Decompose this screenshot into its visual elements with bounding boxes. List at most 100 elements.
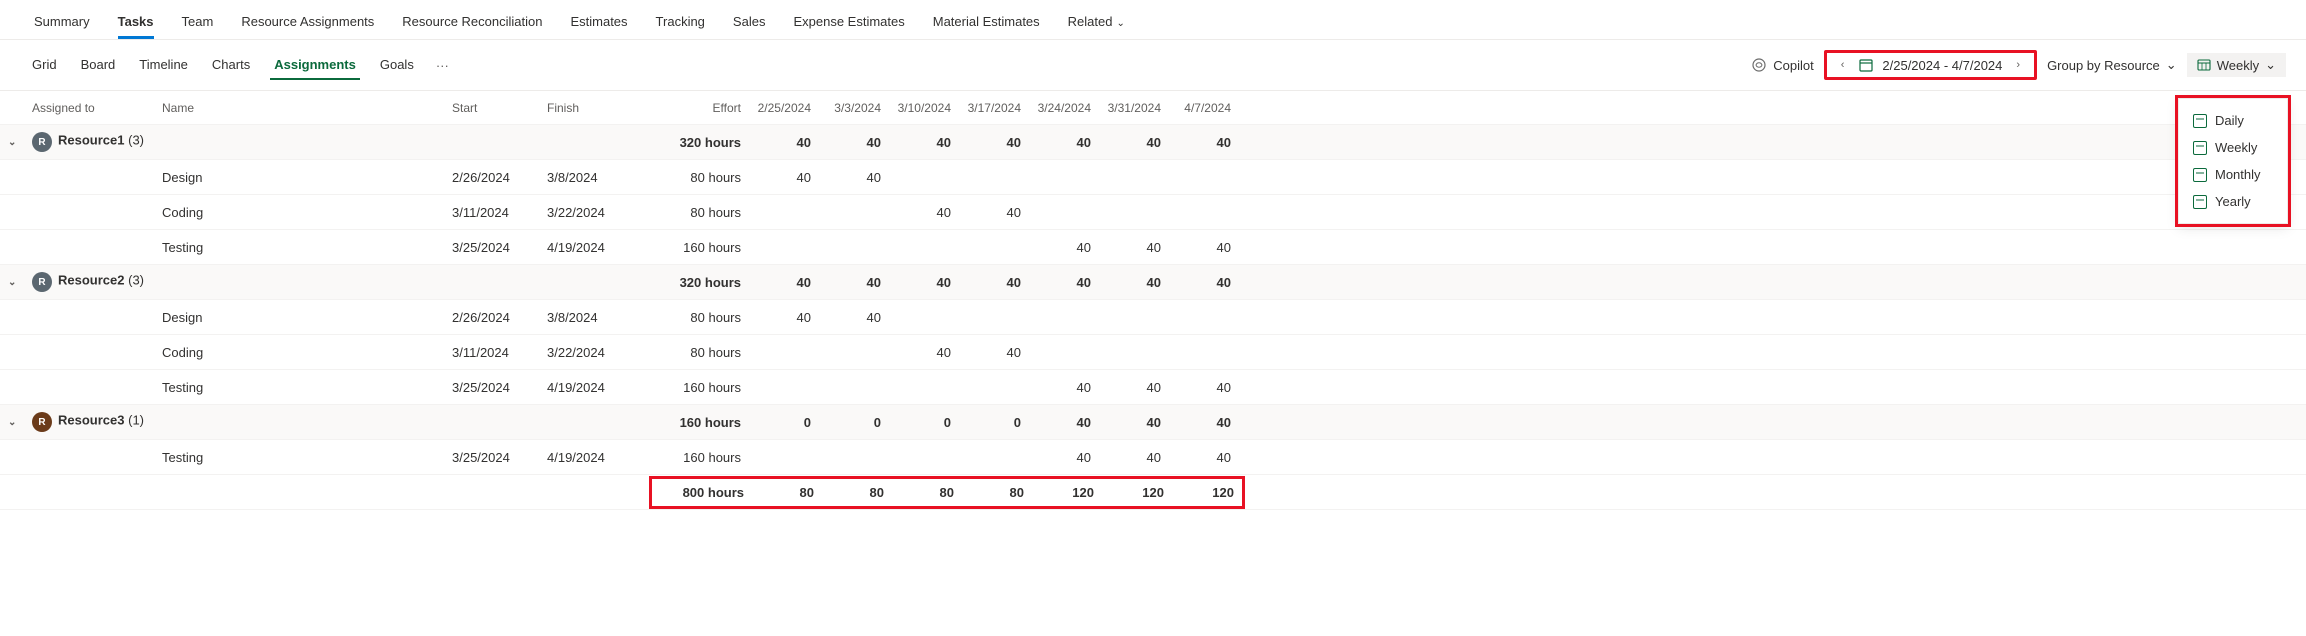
group-week-value: 40 <box>889 129 959 156</box>
col-week[interactable]: 3/3/2024 <box>819 95 889 121</box>
group-week-value: 40 <box>1099 409 1169 436</box>
top-tab-tasks[interactable]: Tasks <box>104 8 168 39</box>
col-week[interactable]: 3/24/2024 <box>1029 95 1099 121</box>
task-week-value: 40 <box>959 339 1029 366</box>
task-week-value <box>749 381 819 393</box>
group-week-value: 40 <box>1029 129 1099 156</box>
task-week-value <box>959 381 1029 393</box>
sub-tab-charts[interactable]: Charts <box>200 51 262 80</box>
task-row[interactable]: Coding3/11/20243/22/202480 hours4040 <box>0 195 2306 230</box>
copilot-label: Copilot <box>1773 58 1813 73</box>
top-tab-resource-reconciliation[interactable]: Resource Reconciliation <box>388 8 556 39</box>
task-week-value: 40 <box>889 199 959 226</box>
timescale-option-daily[interactable]: Daily <box>2179 107 2287 134</box>
group-row[interactable]: ⌄RResource3 (1)160 hours0000404040 <box>0 405 2306 440</box>
timescale-option-weekly[interactable]: Weekly <box>2179 134 2287 161</box>
col-assigned[interactable]: Assigned to <box>24 95 154 121</box>
top-tab-tracking[interactable]: Tracking <box>642 8 719 39</box>
expand-toggle[interactable]: ⌄ <box>0 271 24 294</box>
task-week-value <box>819 346 889 358</box>
group-label: RResource2 (3) <box>24 266 154 298</box>
task-finish: 3/8/2024 <box>539 304 649 331</box>
col-week[interactable]: 3/31/2024 <box>1099 95 1169 121</box>
group-by-button[interactable]: Group by Resource ⌄ <box>2037 53 2187 77</box>
task-row[interactable]: Testing3/25/20244/19/2024160 hours404040 <box>0 230 2306 265</box>
top-tab-team[interactable]: Team <box>168 8 228 39</box>
task-name: Testing <box>154 444 444 471</box>
date-next-button[interactable]: › <box>2010 55 2026 75</box>
task-effort: 160 hours <box>649 234 749 261</box>
timescale-option-label: Daily <box>2215 113 2244 128</box>
total-frame: 800 hours80808080120120120 <box>649 476 1245 509</box>
task-name: Design <box>154 164 444 191</box>
task-week-value: 40 <box>1029 444 1099 471</box>
top-tab-expense-estimates[interactable]: Expense Estimates <box>779 8 918 39</box>
col-finish[interactable]: Finish <box>539 95 649 121</box>
group-week-value: 40 <box>1099 129 1169 156</box>
group-week-value: 40 <box>959 269 1029 296</box>
sub-tab-assignments[interactable]: Assignments <box>262 51 368 80</box>
sub-tab-goals[interactable]: Goals <box>368 51 426 80</box>
timescale-option-monthly[interactable]: Monthly <box>2179 161 2287 188</box>
sub-tab-timeline[interactable]: Timeline <box>127 51 200 80</box>
group-by-label: Group by Resource <box>2047 58 2160 73</box>
task-week-value <box>1099 206 1169 218</box>
task-week-value <box>1029 311 1099 323</box>
copilot-button[interactable]: Copilot <box>1741 53 1823 77</box>
date-range-picker[interactable]: ‹ 2/25/2024 - 4/7/2024 › <box>1824 50 2037 80</box>
col-week[interactable]: 4/7/2024 <box>1169 95 1239 121</box>
more-button[interactable]: ··· <box>426 52 459 79</box>
col-week[interactable]: 2/25/2024 <box>749 95 819 121</box>
task-name: Testing <box>154 234 444 261</box>
col-week[interactable]: 3/10/2024 <box>889 95 959 121</box>
task-row[interactable]: Design2/26/20243/8/202480 hours4040 <box>0 300 2306 335</box>
task-finish: 3/22/2024 <box>539 339 649 366</box>
expand-toggle[interactable]: ⌄ <box>0 411 24 434</box>
task-finish: 4/19/2024 <box>539 234 649 261</box>
calendar-icon <box>2193 114 2207 128</box>
timescale-button[interactable]: Weekly ⌄ <box>2187 53 2286 77</box>
total-effort: 800 hours <box>652 479 752 506</box>
timescale-option-yearly[interactable]: Yearly <box>2179 188 2287 215</box>
top-tab-estimates[interactable]: Estimates <box>556 8 641 39</box>
sub-tab-grid[interactable]: Grid <box>20 51 69 80</box>
top-tab-sales[interactable]: Sales <box>719 8 780 39</box>
group-week-value: 0 <box>749 409 819 436</box>
task-week-value: 40 <box>1029 374 1099 401</box>
task-week-value <box>1029 171 1099 183</box>
group-row[interactable]: ⌄RResource1 (3)320 hours40404040404040 <box>0 125 2306 160</box>
task-row[interactable]: Testing3/25/20244/19/2024160 hours404040 <box>0 440 2306 475</box>
group-count: (3) <box>128 273 144 288</box>
task-week-value <box>819 241 889 253</box>
copilot-icon <box>1751 57 1767 73</box>
task-row[interactable]: Testing3/25/20244/19/2024160 hours404040 <box>0 370 2306 405</box>
group-label: RResource1 (3) <box>24 126 154 158</box>
calendar-icon <box>2193 195 2207 209</box>
sub-tab-board[interactable]: Board <box>69 51 128 80</box>
task-week-value: 40 <box>889 339 959 366</box>
col-name[interactable]: Name <box>154 95 444 121</box>
top-tab-material-estimates[interactable]: Material Estimates <box>919 8 1054 39</box>
group-effort: 320 hours <box>649 269 749 296</box>
group-week-value: 40 <box>819 269 889 296</box>
group-week-value: 40 <box>1169 129 1239 156</box>
timescale-option-label: Yearly <box>2215 194 2251 209</box>
date-prev-button[interactable]: ‹ <box>1835 55 1851 75</box>
top-tab-related[interactable]: Related⌄ <box>1054 8 1139 39</box>
task-start: 3/25/2024 <box>444 444 539 471</box>
total-week-value: 120 <box>1102 479 1172 506</box>
col-effort[interactable]: Effort <box>649 95 749 121</box>
task-row[interactable]: Coding3/11/20243/22/202480 hours4040 <box>0 335 2306 370</box>
task-week-value <box>819 451 889 463</box>
top-tab-resource-assignments[interactable]: Resource Assignments <box>227 8 388 39</box>
group-row[interactable]: ⌄RResource2 (3)320 hours40404040404040 <box>0 265 2306 300</box>
col-week[interactable]: 3/17/2024 <box>959 95 1029 121</box>
top-tab-summary[interactable]: Summary <box>20 8 104 39</box>
col-start[interactable]: Start <box>444 95 539 121</box>
task-effort: 80 hours <box>649 304 749 331</box>
task-week-value: 40 <box>1099 234 1169 261</box>
task-row[interactable]: Design2/26/20243/8/202480 hours4040 <box>0 160 2306 195</box>
task-effort: 80 hours <box>649 339 749 366</box>
expand-toggle[interactable]: ⌄ <box>0 131 24 154</box>
task-week-value <box>959 311 1029 323</box>
